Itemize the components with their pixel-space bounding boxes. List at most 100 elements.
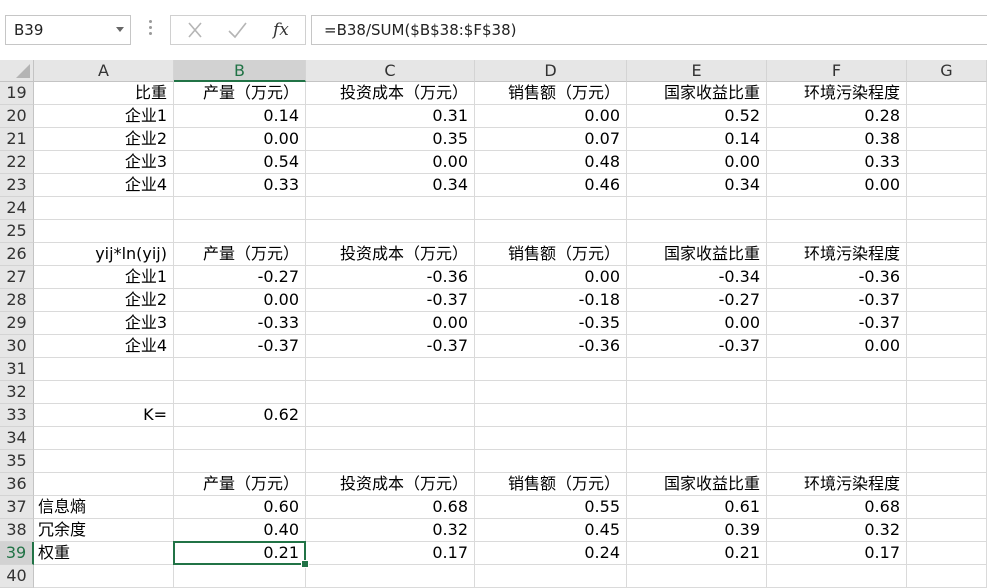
cell-d29[interactable]: -0.35 [475,312,627,335]
cell-b36[interactable]: 产量（万元） [174,473,306,496]
cell-b40[interactable] [174,565,306,588]
cell-d32[interactable] [475,381,627,404]
cell-e33[interactable] [627,404,767,427]
cell-c40[interactable] [306,565,475,588]
row-header-30[interactable]: 30 [0,335,34,358]
cell-g25[interactable] [907,220,987,243]
row-header-33[interactable]: 33 [0,404,34,427]
cell-a24[interactable] [34,197,174,220]
cell-e37[interactable]: 0.61 [627,496,767,519]
cell-a28[interactable]: 企业2 [34,289,174,312]
cell-c32[interactable] [306,381,475,404]
cell-b29[interactable]: -0.33 [174,312,306,335]
cell-b26[interactable]: 产量（万元） [174,243,306,266]
cell-d19[interactable]: 销售额（万元） [475,82,627,105]
cell-g39[interactable] [907,542,987,565]
cell-g28[interactable] [907,289,987,312]
cell-d30[interactable]: -0.36 [475,335,627,358]
cancel-button[interactable] [175,16,215,44]
cell-c19[interactable]: 投资成本（万元） [306,82,475,105]
row-header-21[interactable]: 21 [0,128,34,151]
cell-g21[interactable] [907,128,987,151]
cell-e29[interactable]: 0.00 [627,312,767,335]
cell-f21[interactable]: 0.38 [767,128,907,151]
cell-e26[interactable]: 国家收益比重 [627,243,767,266]
cell-g33[interactable] [907,404,987,427]
cell-e32[interactable] [627,381,767,404]
row-header-26[interactable]: 26 [0,243,34,266]
cell-c23[interactable]: 0.34 [306,174,475,197]
row-header-27[interactable]: 27 [0,266,34,289]
row-header-23[interactable]: 23 [0,174,34,197]
cell-d28[interactable]: -0.18 [475,289,627,312]
cell-c33[interactable] [306,404,475,427]
cell-c20[interactable]: 0.31 [306,105,475,128]
cell-a31[interactable] [34,358,174,381]
cell-b27[interactable]: -0.27 [174,266,306,289]
cell-a39[interactable]: 权重 [34,542,174,565]
cell-e39[interactable]: 0.21 [627,542,767,565]
cell-d23[interactable]: 0.46 [475,174,627,197]
column-header-f[interactable]: F [767,60,907,82]
cell-b28[interactable]: 0.00 [174,289,306,312]
cell-b33[interactable]: 0.62 [174,404,306,427]
cell-b34[interactable] [174,427,306,450]
cell-e36[interactable]: 国家收益比重 [627,473,767,496]
cell-c27[interactable]: -0.36 [306,266,475,289]
cell-f40[interactable] [767,565,907,588]
cell-g26[interactable] [907,243,987,266]
cell-e40[interactable] [627,565,767,588]
cell-b31[interactable] [174,358,306,381]
row-header-20[interactable]: 20 [0,105,34,128]
cell-g19[interactable] [907,82,987,105]
cell-c25[interactable] [306,220,475,243]
cell-e20[interactable]: 0.52 [627,105,767,128]
cell-g23[interactable] [907,174,987,197]
row-header-24[interactable]: 24 [0,197,34,220]
row-header-36[interactable]: 36 [0,473,34,496]
row-header-35[interactable]: 35 [0,450,34,473]
cell-e35[interactable] [627,450,767,473]
cell-a34[interactable] [34,427,174,450]
cell-b24[interactable] [174,197,306,220]
cell-a40[interactable] [34,565,174,588]
cell-g27[interactable] [907,266,987,289]
cell-b21[interactable]: 0.00 [174,128,306,151]
cell-d34[interactable] [475,427,627,450]
cell-g38[interactable] [907,519,987,542]
cell-a21[interactable]: 企业2 [34,128,174,151]
row-header-19[interactable]: 19 [0,82,34,105]
cell-b30[interactable]: -0.37 [174,335,306,358]
cell-c28[interactable]: -0.37 [306,289,475,312]
cell-f25[interactable] [767,220,907,243]
cell-b35[interactable] [174,450,306,473]
cell-c26[interactable]: 投资成本（万元） [306,243,475,266]
cell-b23[interactable]: 0.33 [174,174,306,197]
cell-b38[interactable]: 0.40 [174,519,306,542]
fill-handle[interactable] [301,560,309,568]
cell-f33[interactable] [767,404,907,427]
row-header-38[interactable]: 38 [0,519,34,542]
row-header-32[interactable]: 32 [0,381,34,404]
cell-g24[interactable] [907,197,987,220]
cell-c21[interactable]: 0.35 [306,128,475,151]
cell-d35[interactable] [475,450,627,473]
cell-g34[interactable] [907,427,987,450]
cell-a27[interactable]: 企业1 [34,266,174,289]
cell-b20[interactable]: 0.14 [174,105,306,128]
cell-f22[interactable]: 0.33 [767,151,907,174]
cell-e22[interactable]: 0.00 [627,151,767,174]
cell-a36[interactable] [34,473,174,496]
cell-d22[interactable]: 0.48 [475,151,627,174]
cell-d36[interactable]: 销售额（万元） [475,473,627,496]
cell-c29[interactable]: 0.00 [306,312,475,335]
cell-c30[interactable]: -0.37 [306,335,475,358]
cell-a33[interactable]: K= [34,404,174,427]
column-header-d[interactable]: D [475,60,627,82]
cell-e23[interactable]: 0.34 [627,174,767,197]
cell-c31[interactable] [306,358,475,381]
cell-d27[interactable]: 0.00 [475,266,627,289]
cell-a22[interactable]: 企业3 [34,151,174,174]
column-header-a[interactable]: A [34,60,174,82]
cell-g37[interactable] [907,496,987,519]
